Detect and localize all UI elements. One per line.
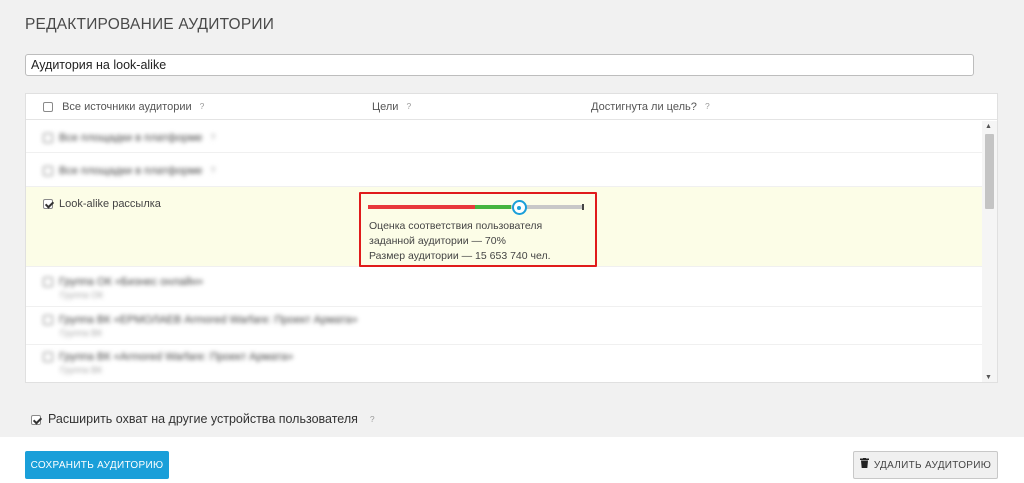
row-checkbox[interactable] [43,166,53,177]
row-label: Группа ВК «ЕРМОЛАЕВ Armored Warfare: Про… [43,314,358,338]
row-label: Все площадки в платформе ? [43,165,215,177]
row-checkbox[interactable] [43,277,53,288]
scrollbar-thumb[interactable] [985,134,994,209]
row-label: Группа ОК «Бизнес онлайн» Группа ОК [43,276,203,300]
arrow-up-icon[interactable]: ▲ [985,123,992,130]
table-row[interactable]: Группа ВК «Armored Warfare: Проект Армат… [26,345,983,382]
table-row[interactable]: Все площадки в платформе ? [26,153,983,187]
header-goal-reached: Достигнута ли цель? ? [591,101,710,113]
score-line-3: Размер аудитории — 15 653 740 чел. [369,250,551,262]
extend-reach-label: Расширить охват на другие устройства пол… [48,412,358,426]
score-line-1: Оценка соответствия пользователя [369,220,543,232]
delete-audience-button[interactable]: УДАЛИТЬ АУДИТОРИЮ [853,451,998,479]
row-label: Look-alike рассылка [43,198,161,210]
arrow-down-icon[interactable]: ▼ [985,374,992,381]
table-row[interactable]: Все площадки в платформе ? [26,121,983,153]
table-row[interactable]: Группа ОК «Бизнес онлайн» Группа ОК [26,267,983,307]
score-line-2: заданной аудитории — 70% [369,235,506,247]
score-text: Оценка соответствия пользователя заданно… [369,219,551,264]
audience-score-box: Оценка соответствия пользователя заданно… [359,192,597,267]
help-icon[interactable]: ? [200,101,205,111]
extend-reach-checkbox[interactable] [31,414,41,425]
help-icon[interactable]: ? [407,101,412,111]
help-icon[interactable]: ? [705,101,710,111]
all-sources-checkbox[interactable] [43,102,53,113]
row-checkbox[interactable] [43,352,53,363]
table-scrollbar[interactable]: ▲ ▼ [982,121,997,382]
row-checkbox[interactable] [43,133,53,144]
trash-icon [859,457,869,471]
extend-reach-option[interactable]: Расширить охват на другие устройства пол… [31,412,375,426]
header-sources: Все источники аудитории ? [43,101,204,113]
audience-name-input[interactable] [25,54,974,76]
edit-audience-panel: РЕДАКТИРОВАНИЕ АУДИТОРИИ Все источники а… [0,0,1024,437]
slider-end-tick [582,204,584,210]
table-header: Все источники аудитории ? Цели ? Достигн… [26,94,997,120]
save-audience-button[interactable]: СОХРАНИТЬ АУДИТОРИЮ [25,451,169,479]
row-checkbox[interactable] [43,199,53,210]
match-slider[interactable] [368,200,584,215]
table-row-highlighted[interactable]: Look-alike рассылка Оценка соответствия … [26,187,983,267]
row-label: Группа ВК «Armored Warfare: Проект Армат… [43,351,293,375]
header-goal-reached-label: Достигнута ли цель? [591,101,697,113]
slider-low-segment [368,205,475,209]
page-title: РЕДАКТИРОВАНИЕ АУДИТОРИИ [25,16,275,33]
table-row[interactable]: Группа ВК «ЕРМОЛАЕВ Armored Warfare: Про… [26,307,983,345]
table-body: Все площадки в платформе ? Все площадки … [26,121,983,382]
row-label-text: Look-alike рассылка [59,198,161,210]
header-sources-label: Все источники аудитории [62,101,192,113]
header-goals: Цели ? [372,101,411,113]
row-label: Все площадки в платформе ? [43,132,215,144]
delete-audience-label: УДАЛИТЬ АУДИТОРИЮ [873,459,992,471]
slider-mid-segment [475,205,511,209]
row-checkbox[interactable] [43,315,53,326]
slider-knob[interactable] [511,200,527,215]
help-icon[interactable]: ? [370,414,375,424]
audience-sources-table: Все источники аудитории ? Цели ? Достигн… [25,93,998,383]
header-goals-label: Цели [372,101,399,113]
